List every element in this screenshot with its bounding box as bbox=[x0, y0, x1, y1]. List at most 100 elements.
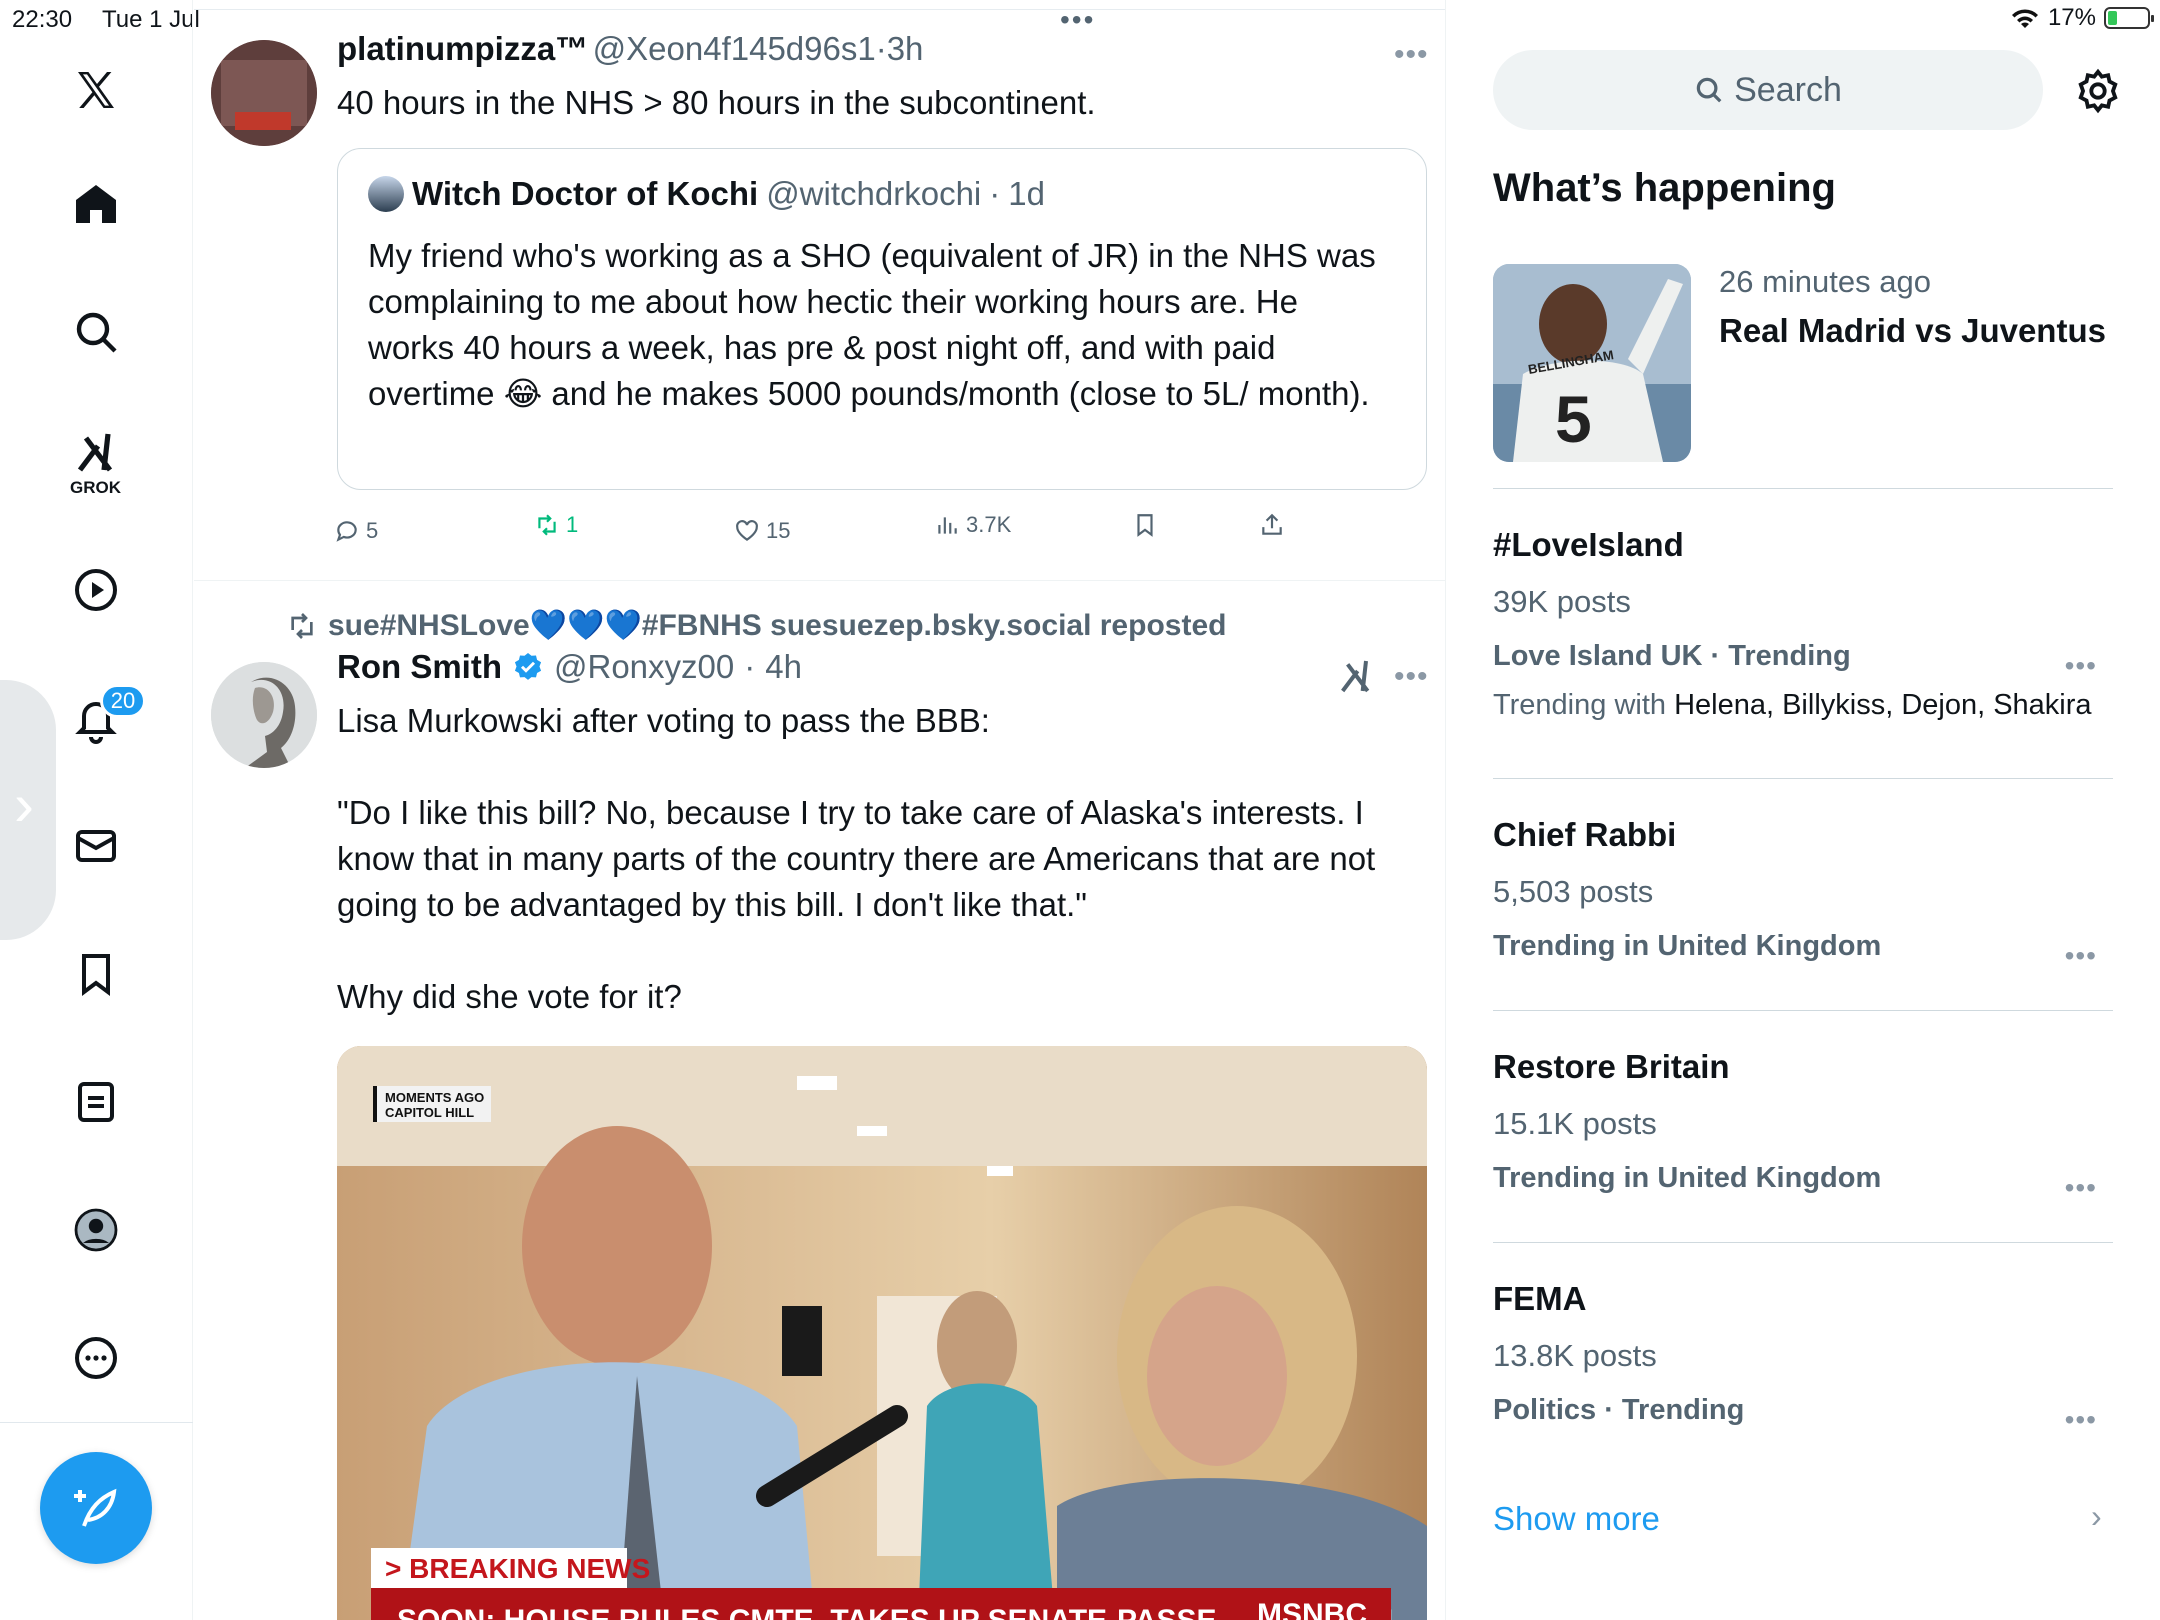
trend-posts: 5,503 posts bbox=[1493, 874, 1654, 909]
view-count: 3.7K bbox=[966, 512, 1012, 537]
featured-trend[interactable]: 26 minutes ago Real Madrid vs Juventus bbox=[1719, 264, 2139, 350]
repost-count: 1 bbox=[566, 512, 579, 537]
bookmark-icon bbox=[1137, 514, 1153, 537]
video-icon[interactable] bbox=[66, 560, 126, 620]
chevron-right-icon: › bbox=[14, 771, 34, 838]
trend-item[interactable]: Restore Britain 15.1K posts Trending in … bbox=[1493, 1048, 2113, 1208]
trend-posts: 15.1K posts bbox=[1493, 1106, 1657, 1141]
compose-button[interactable] bbox=[40, 1452, 152, 1564]
tweet-video[interactable]: MOMENTS AGO CAPITOL HILL > BREAKING NEWS… bbox=[337, 1046, 1427, 1620]
trend-more-button[interactable]: ••• bbox=[2065, 1404, 2097, 1436]
show-more-link[interactable]: Show more bbox=[1493, 1500, 1660, 1538]
tweet-time[interactable]: 4h bbox=[765, 648, 802, 686]
tweet-time[interactable]: 3h bbox=[887, 30, 924, 67]
trend-title: Chief Rabbi bbox=[1493, 816, 1677, 853]
trend-item[interactable]: Chief Rabbi 5,503 posts Trending in Unit… bbox=[1493, 816, 2113, 976]
trend-title: Restore Britain bbox=[1493, 1048, 1730, 1085]
side-drawer-handle[interactable]: › bbox=[0, 680, 56, 940]
featured-trend-time: 26 minutes ago bbox=[1719, 264, 1931, 299]
compose-feather-icon bbox=[74, 1488, 117, 1527]
breaking-news-label: > BREAKING NEWS bbox=[385, 1553, 650, 1584]
trend-more-button[interactable]: ••• bbox=[2065, 940, 2097, 972]
trending-with-label: Trending with bbox=[1493, 689, 1667, 721]
repost-context: sue#NHSLove💙💙💙#FBNHS suesuezep.bsky.soci… bbox=[286, 608, 1226, 643]
repost-icon bbox=[538, 514, 556, 536]
trend-item[interactable]: #LoveIsland 39K posts Love Island UK · T… bbox=[1493, 526, 2113, 746]
share-button[interactable] bbox=[1259, 512, 1285, 538]
search-icon[interactable] bbox=[66, 302, 126, 362]
trend-title: #LoveIsland bbox=[1493, 526, 1684, 563]
trending-with: Trending with Helena, Billykiss, Dejon, … bbox=[1493, 689, 2113, 722]
search-input[interactable]: Search bbox=[1493, 50, 2043, 130]
views-button[interactable]: 3.7K bbox=[934, 512, 1011, 538]
quoted-tweet[interactable]: Witch Doctor of Kochi @witchdrkochi · 1d M… bbox=[337, 148, 1427, 490]
tweet-separator bbox=[194, 580, 1445, 581]
like-count: 15 bbox=[766, 518, 791, 543]
heart-icon bbox=[736, 520, 758, 541]
repost-icon bbox=[291, 612, 313, 639]
home-icon[interactable] bbox=[66, 174, 126, 234]
author-handle[interactable]: @Ronxyz00 bbox=[554, 648, 734, 686]
trend-divider bbox=[1493, 1242, 2113, 1243]
author-name[interactable]: platinumpizza™ bbox=[337, 30, 588, 67]
grok-explain-icon[interactable] bbox=[1336, 656, 1376, 696]
trend-divider bbox=[1493, 1010, 2113, 1011]
author-handle[interactable]: @Xeon4f145d96s1 bbox=[593, 30, 876, 67]
tweet-text: 40 hours in the NHS > 80 hours in the su… bbox=[337, 84, 1096, 121]
featured-trend-image[interactable]: BELLINGHAM 5 bbox=[1493, 264, 1691, 462]
tweet[interactable]: sue#NHSLove💙💙💙#FBNHS suesuezep.bsky.soci… bbox=[194, 582, 1445, 1620]
timeline-feed: platinumpizza™ @Xeon4f145d96s1·3h ••• 40… bbox=[194, 0, 1446, 1620]
trend-context: Love Island UK · Trending bbox=[1493, 640, 1851, 672]
grok-label: GROK bbox=[70, 478, 121, 497]
video-tag-line1: MOMENTS AGO bbox=[385, 1090, 484, 1105]
network-logo: MSNBC bbox=[1257, 1598, 1367, 1620]
more-icon[interactable] bbox=[66, 1328, 126, 1388]
repost-button[interactable]: 1 bbox=[534, 512, 578, 538]
nav-divider bbox=[0, 1422, 193, 1423]
trend-divider bbox=[1493, 778, 2113, 779]
mail-icon[interactable] bbox=[66, 816, 126, 876]
list-icon[interactable] bbox=[66, 1072, 126, 1132]
trending-with-names: Helena, Billykiss, Dejon, Shakira bbox=[1674, 689, 2092, 721]
video-frame: MOMENTS AGO CAPITOL HILL > BREAKING NEWS… bbox=[337, 1046, 1427, 1620]
like-button[interactable]: 15 bbox=[734, 518, 790, 544]
bookmark-button[interactable] bbox=[1132, 512, 1158, 538]
tweet-more-button[interactable]: ••• bbox=[1394, 660, 1429, 694]
notifications-badge: 20 bbox=[100, 684, 146, 718]
reply-count: 5 bbox=[366, 518, 379, 543]
gear-icon[interactable] bbox=[2075, 68, 2121, 114]
reply-icon bbox=[336, 521, 357, 542]
trend-context: Trending in United Kingdom bbox=[1493, 1162, 1882, 1194]
author-name[interactable]: Ron Smith bbox=[337, 648, 502, 686]
tweet-text-line: Lisa Murkowski after voting to pass the … bbox=[337, 702, 990, 739]
trend-context: Politics · Trending bbox=[1493, 1394, 1745, 1426]
video-tag-line2: CAPITOL HILL bbox=[385, 1105, 474, 1120]
tweet-more-button[interactable]: ••• bbox=[1394, 38, 1429, 72]
bookmark-icon[interactable] bbox=[66, 944, 126, 1004]
quote-header: Witch Doctor of Kochi @witchdrkochi · 1d bbox=[368, 175, 1045, 213]
repost-label[interactable]: sue#NHSLove💙💙💙#FBNHS suesuezep.bsky.soci… bbox=[328, 608, 1226, 643]
tweet-actions: 5 1 15 3.7K bbox=[334, 512, 1434, 548]
quote-avatar bbox=[368, 176, 404, 212]
avatar[interactable] bbox=[211, 662, 317, 768]
trend-context: Trending in United Kingdom bbox=[1493, 930, 1882, 962]
grok-icon[interactable] bbox=[66, 422, 126, 482]
profile-icon[interactable] bbox=[66, 1200, 126, 1260]
avatar[interactable] bbox=[211, 40, 317, 146]
tweet-text-quote: "Do I like this bill? No, because I try … bbox=[337, 794, 1376, 923]
x-logo-icon[interactable] bbox=[66, 60, 126, 120]
reply-button[interactable]: 5 bbox=[334, 518, 378, 544]
trend-more-button[interactable]: ••• bbox=[2065, 650, 2097, 682]
trend-item[interactable]: FEMA 13.8K posts Politics · Trending ••• bbox=[1493, 1280, 2113, 1440]
chevron-right-icon: › bbox=[2091, 1498, 2102, 1534]
tweet[interactable]: platinumpizza™ @Xeon4f145d96s1·3h ••• 40… bbox=[194, 0, 1445, 582]
trend-more-button[interactable]: ••• bbox=[2065, 1172, 2097, 1204]
quote-author-handle: @witchdrkochi bbox=[766, 175, 982, 212]
views-chart-icon bbox=[938, 517, 957, 534]
tweet-text-line: Why did she vote for it? bbox=[337, 978, 682, 1015]
tweet-text: Lisa Murkowski after voting to pass the … bbox=[337, 698, 1437, 1020]
search-icon bbox=[1696, 77, 1722, 103]
trend-posts: 39K posts bbox=[1493, 584, 1631, 619]
featured-trend-title: Real Madrid vs Juventus bbox=[1719, 312, 2106, 349]
trend-posts: 13.8K posts bbox=[1493, 1338, 1657, 1373]
